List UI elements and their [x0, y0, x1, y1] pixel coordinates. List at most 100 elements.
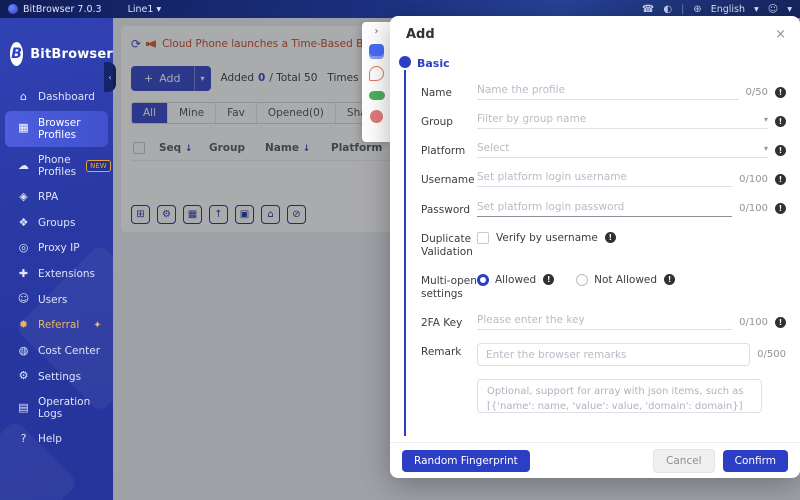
app-title: BitBrowser 7.0.3: [23, 3, 102, 15]
radio-allowed[interactable]: Allowed !: [477, 273, 555, 286]
expand-strip-icon[interactable]: ›: [375, 26, 379, 37]
wechat-icon[interactable]: [368, 91, 385, 100]
sidebar-item-label: Users: [38, 293, 68, 306]
support-icon[interactable]: ☎: [642, 4, 654, 15]
char-counter: 0/100: [739, 203, 768, 214]
password-input[interactable]: [477, 200, 733, 213]
checkbox-label[interactable]: Verify by username: [496, 232, 598, 244]
chat-support-icon[interactable]: [369, 66, 384, 81]
sidebar-item-referral[interactable]: ✹ Referral ✦: [5, 313, 108, 338]
sidebar-item-dashboard[interactable]: ⌂ Dashboard: [5, 85, 108, 110]
sidebar-item-proxy-ip[interactable]: ◎ Proxy IP: [5, 236, 108, 261]
brand-name: BitBrowser: [30, 46, 113, 62]
caret-down-icon[interactable]: ▾: [754, 4, 759, 15]
brand: B BitBrowser: [0, 18, 113, 84]
grid-icon: ▦: [18, 121, 29, 135]
field-label: [421, 379, 477, 382]
name-input[interactable]: [477, 84, 739, 96]
group-select[interactable]: [477, 113, 760, 126]
field-label: Platform: [421, 145, 466, 158]
line-label: Line1: [127, 3, 154, 15]
caret-down-icon[interactable]: ▾: [764, 144, 768, 153]
field-password: Password 0/100 !: [421, 200, 786, 217]
add-profile-modal: Add × Basic Name 0/50 ! Group ▾ !: [390, 16, 800, 478]
info-icon[interactable]: !: [775, 86, 786, 98]
sidebar-item-rpa[interactable]: ◈ RPA: [5, 185, 108, 210]
info-icon[interactable]: !: [775, 115, 786, 127]
close-icon[interactable]: ×: [775, 28, 786, 41]
field-group: Group ▾ !: [421, 113, 786, 130]
verify-username-checkbox[interactable]: [477, 231, 489, 244]
users-icon: ☺: [17, 292, 30, 306]
sidebar-item-groups[interactable]: ❖ Groups: [5, 211, 108, 236]
char-counter: 0/100: [739, 173, 768, 185]
referral-icon: ✹: [18, 318, 29, 332]
json-textarea[interactable]: Optional, support for array with json it…: [477, 379, 762, 414]
sidebar-item-phone-profiles[interactable]: ☁ Phone Profiles NEW: [5, 148, 111, 184]
proxy-icon: ◎: [18, 241, 29, 255]
field-cookie-json: Optional, support for array with json it…: [421, 379, 786, 414]
language-selector[interactable]: English: [711, 4, 745, 15]
confirm-button[interactable]: Confirm: [722, 449, 788, 472]
home-icon: ⌂: [20, 90, 27, 103]
info-icon[interactable]: !: [775, 173, 786, 185]
sidebar-item-help[interactable]: ? Help: [5, 427, 108, 452]
cancel-button[interactable]: Cancel: [653, 448, 715, 473]
theme-icon[interactable]: ◐: [663, 4, 672, 15]
platform-select[interactable]: [477, 142, 760, 155]
contact-icon[interactable]: [370, 110, 383, 123]
new-badge: NEW: [86, 159, 111, 172]
cost-center-icon: ◍: [18, 343, 29, 357]
field-label: 2FA Key: [421, 317, 463, 330]
sidebar-item-label: RPA: [38, 191, 59, 204]
field-duplicate-validation: Duplicate Validation Verify by username …: [421, 230, 786, 259]
info-icon: !: [775, 316, 786, 328]
info-icon[interactable]: !: [775, 144, 786, 156]
field-label: Username: [421, 174, 475, 187]
timeline-line: [404, 70, 406, 436]
sidebar-item-settings[interactable]: ⚙ Settings: [5, 364, 108, 389]
sidebar-item-operation-logs[interactable]: ▤ Operation Logs: [5, 390, 108, 426]
username-input[interactable]: [477, 171, 733, 184]
field-remark: Remark 0/500: [421, 343, 786, 367]
separator: |: [681, 3, 685, 15]
cloud-phone-icon: ☁: [18, 158, 29, 172]
random-fingerprint-button[interactable]: Random Fingerprint: [402, 449, 530, 472]
extensions-icon: ✚: [18, 266, 29, 280]
help-icon: ?: [20, 432, 27, 446]
remark-input[interactable]: [486, 349, 742, 362]
sidebar-item-label: Settings: [38, 370, 82, 383]
field-2fa-key: 2FA Key 0/100 !: [421, 314, 786, 331]
caret-down-icon[interactable]: ▾: [787, 4, 792, 15]
sidebar-item-extensions[interactable]: ✚ Extensions: [5, 262, 108, 287]
field-platform: Platform ▾ !: [421, 142, 786, 159]
field-label: Remark: [421, 346, 462, 359]
radio-on-icon[interactable]: [477, 273, 489, 286]
2fa-key-input[interactable]: [477, 314, 733, 327]
radio-not-allowed[interactable]: Not Allowed !: [576, 273, 676, 286]
info-icon[interactable]: !: [775, 203, 786, 214]
sidebar-nav: ⌂ Dashboard ▦ Browser Profiles ☁ Phone P…: [0, 85, 113, 452]
messenger-icon[interactable]: [369, 44, 384, 59]
chevron-left-icon: ‹: [108, 72, 112, 82]
timeline-dot: [399, 56, 411, 68]
user-icon[interactable]: ☺: [768, 4, 778, 15]
sidebar-item-label: Cost Center: [38, 345, 101, 358]
caret-down-icon[interactable]: ▾: [764, 115, 768, 124]
sidebar-item-label: Extensions: [38, 268, 96, 281]
radio-off-icon[interactable]: [576, 273, 589, 286]
contact-strip: ›: [362, 22, 391, 142]
info-icon[interactable]: !: [543, 274, 555, 286]
sidebar-item-users[interactable]: ☺ Users: [5, 287, 108, 312]
line-selector[interactable]: Line1 ▾: [128, 4, 162, 15]
sidebar-item-label: Groups: [38, 216, 76, 229]
modal-footer: Random Fingerprint Cancel Confirm: [390, 442, 800, 478]
sidebar-item-cost-center[interactable]: ◍ Cost Center: [5, 339, 108, 364]
info-icon[interactable]: !: [664, 274, 676, 286]
section-basic: Basic: [417, 57, 450, 70]
sparkle-icon: ✦: [93, 319, 102, 331]
app-logo-icon: [8, 4, 18, 14]
sidebar-item-browser-profiles[interactable]: ▦ Browser Profiles: [5, 110, 108, 147]
info-icon[interactable]: !: [604, 232, 616, 244]
field-label: Multi-open settings: [421, 274, 477, 300]
